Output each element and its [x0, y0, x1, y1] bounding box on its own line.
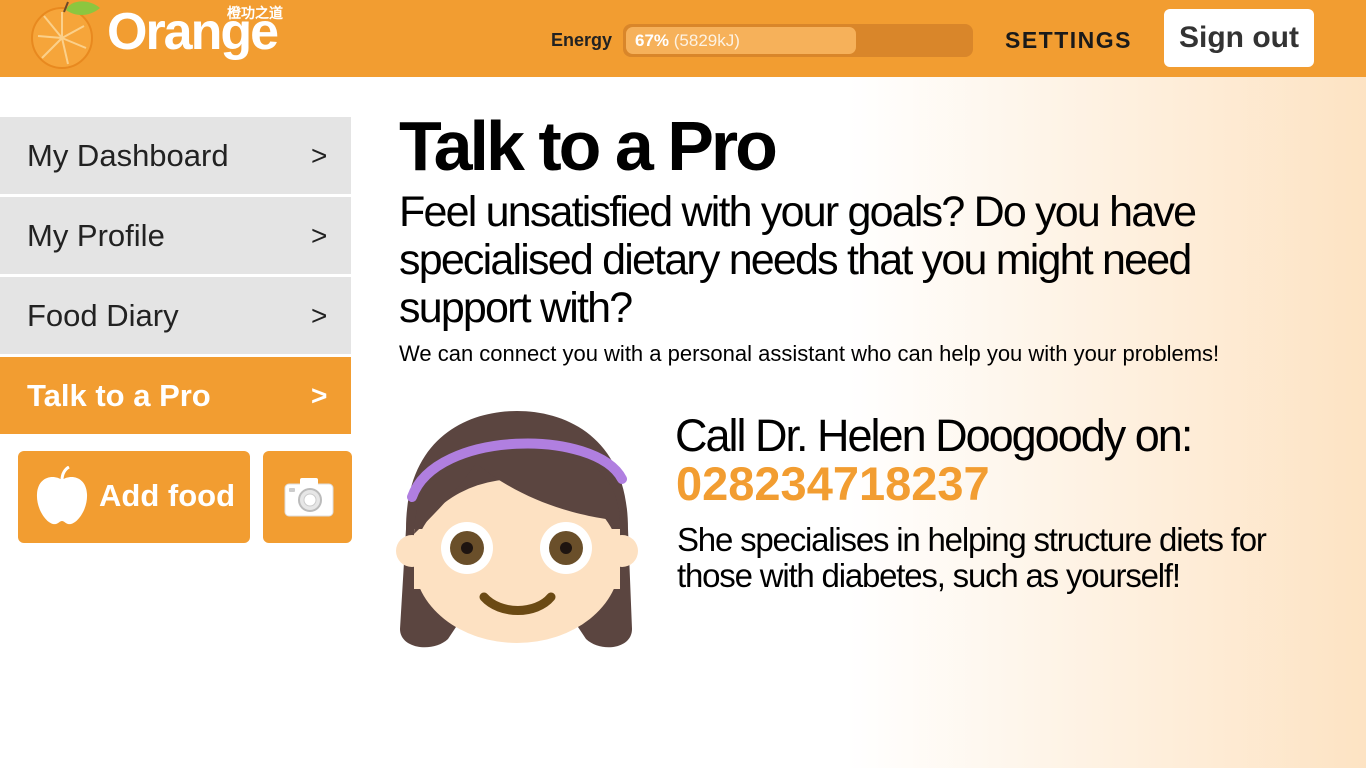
energy-readout: 67% (5829kJ) — [635, 31, 740, 51]
chevron-right-icon: > — [311, 299, 328, 331]
call-instruction: Call Dr. Helen Doogoody on: — [675, 410, 1193, 461]
sidebar-item-my-profile[interactable]: My Profile > — [0, 197, 351, 274]
sidebar-item-talk-to-a-pro[interactable]: Talk to a Pro > — [0, 357, 351, 434]
sidebar-item-label: Talk to a Pro — [27, 377, 211, 413]
energy-label: Energy — [551, 30, 613, 50]
camera-icon — [284, 478, 334, 517]
connect-text: We can connect you with a personal assis… — [399, 341, 1220, 366]
page-title: Talk to a Pro — [399, 107, 778, 185]
sidebar-item-food-diary[interactable]: Food Diary > — [0, 277, 351, 354]
energy-kj: (5829kJ) — [673, 31, 740, 50]
sidebar-item-label: My Dashboard — [27, 137, 229, 173]
add-food-button[interactable]: Add food — [18, 451, 250, 543]
energy-percent: 67% — [635, 31, 670, 50]
sidebar-item-label: Food Diary — [27, 297, 179, 333]
phone-number-link[interactable]: 028234718237 — [676, 456, 990, 511]
sign-out-button[interactable]: Sign out — [1164, 9, 1314, 67]
energy-progress-bar: 67% (5829kJ) — [623, 24, 973, 57]
orange-logo-icon — [31, 1, 100, 69]
settings-link[interactable]: SETTINGS — [1005, 27, 1132, 54]
doctor-avatar-icon — [396, 411, 638, 648]
chevron-right-icon: > — [311, 139, 328, 171]
intro-text: Feel unsatisfied with your goals? Do you… — [399, 188, 1197, 332]
specialist-description: She specialises in helping structure die… — [677, 521, 1267, 594]
chevron-right-icon: > — [311, 379, 328, 411]
sidebar-item-label: My Profile — [27, 217, 165, 253]
app-logo[interactable]: Orange 橙功之道 — [30, 0, 300, 77]
camera-button[interactable] — [263, 451, 352, 543]
add-food-label: Add food — [99, 478, 236, 513]
top-bar: Orange 橙功之道 Energy 67% (5829kJ) SETTINGS… — [0, 0, 1366, 77]
apple-icon — [36, 466, 88, 525]
logo-subtext: 橙功之道 — [227, 6, 283, 22]
chevron-right-icon: > — [311, 219, 328, 251]
sidebar-item-my-dashboard[interactable]: My Dashboard > — [0, 117, 351, 194]
